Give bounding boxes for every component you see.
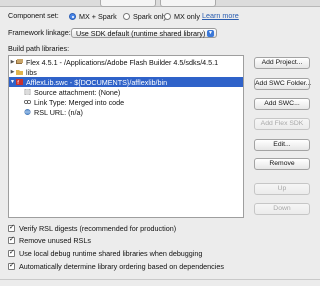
framework-linkage-value: Use SDK default (runtime shared library) [76,28,206,38]
expand-icon[interactable]: ▶ [9,59,16,65]
component-set-label: Component set: [8,11,59,20]
tree-item-libs[interactable]: ▶ libs [9,67,243,77]
tab[interactable] [100,0,156,7]
folder-icon [16,70,23,75]
radio-mx-only[interactable]: MX only [164,12,200,21]
local-debug-rsl-checkbox[interactable]: Use local debug runtime shared libraries… [8,248,202,258]
checkbox-icon [8,235,15,244]
radio-mx-spark[interactable]: MX + Spark [69,12,117,21]
tab-strip [0,0,320,7]
tree-item-afflexlib[interactable]: ▼ f AfflexLib.swc - ${DOCUMENTS}/afflexl… [9,77,243,87]
add-project-button[interactable]: Add Project... [254,57,310,69]
chevron-down-icon: ▼ [207,30,214,37]
auto-library-ordering-checkbox[interactable]: Automatically determine library ordering… [8,261,224,271]
divider [0,279,320,280]
learn-more-link[interactable]: Learn more [202,11,239,21]
build-path-label: Build path libraries: [8,44,70,53]
remove-button[interactable]: Remove [254,158,310,170]
edit-button[interactable]: Edit... [254,139,310,151]
library-tree[interactable]: ▶ Flex 4.5.1 - /Applications/Adobe Flash… [8,55,244,218]
checkbox-icon [8,223,15,232]
add-swc-folder-button[interactable]: Add SWC Folder... [254,78,311,90]
radio-icon [123,13,130,20]
up-button[interactable]: Up [254,183,310,195]
checkbox-icon [8,261,15,270]
tree-item-rsl-url[interactable]: RSL URL: (n/a) [9,107,258,117]
radio-spark-only[interactable]: Spark only [123,12,167,21]
add-flex-sdk-button[interactable]: Add Flex SDK [254,118,310,130]
collapse-icon[interactable]: ▼ [9,79,16,85]
tree-item-link-type[interactable]: Link Type: Merged into code [9,97,258,107]
framework-linkage-select[interactable]: Use SDK default (runtime shared library)… [71,28,217,38]
add-swc-button[interactable]: Add SWC... [254,98,310,110]
library-icon [16,59,23,64]
framework-linkage-label: Framework linkage: [8,28,71,37]
checkbox-icon [8,248,15,257]
tree-item-flex-sdk[interactable]: ▶ Flex 4.5.1 - /Applications/Adobe Flash… [9,57,243,67]
radio-icon [69,13,76,20]
swc-icon: f [16,79,23,85]
link-icon [24,100,31,104]
svg-text:f: f [17,80,19,85]
tab[interactable] [160,0,216,7]
down-button[interactable]: Down [254,203,310,215]
radio-icon [164,13,171,20]
expand-icon[interactable]: ▶ [9,69,16,75]
verify-rsl-checkbox[interactable]: Verify RSL digests (recommended for prod… [8,223,176,233]
globe-icon [24,109,31,115]
tree-item-source-attachment[interactable]: Source attachment: (None) [9,87,258,97]
source-icon [24,89,31,95]
remove-unused-rsls-checkbox[interactable]: Remove unused RSLs [8,235,91,245]
